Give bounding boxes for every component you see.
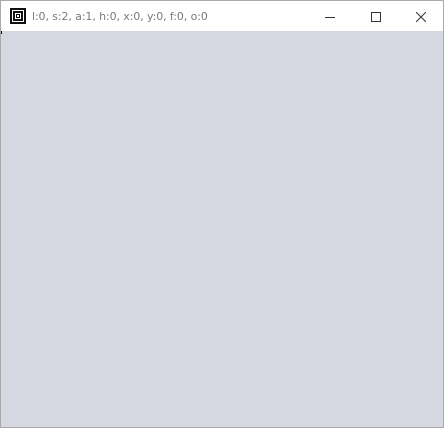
maximize-icon xyxy=(371,7,381,26)
minimize-icon xyxy=(325,7,335,26)
client-area[interactable] xyxy=(1,31,443,427)
app-icon[interactable] xyxy=(10,8,26,24)
close-button[interactable] xyxy=(398,1,443,31)
window-title: l:0, s:2, a:1, h:0, x:0, y:0, f:0, o:0 xyxy=(32,10,208,23)
maximize-button[interactable] xyxy=(353,1,399,31)
app-window: l:0, s:2, a:1, h:0, x:0, y:0, f:0, o:0 xyxy=(0,0,444,428)
minimize-button[interactable] xyxy=(307,1,353,31)
cursor-mark xyxy=(1,31,2,34)
close-icon xyxy=(415,7,427,26)
title-bar[interactable]: l:0, s:2, a:1, h:0, x:0, y:0, f:0, o:0 xyxy=(1,1,443,31)
